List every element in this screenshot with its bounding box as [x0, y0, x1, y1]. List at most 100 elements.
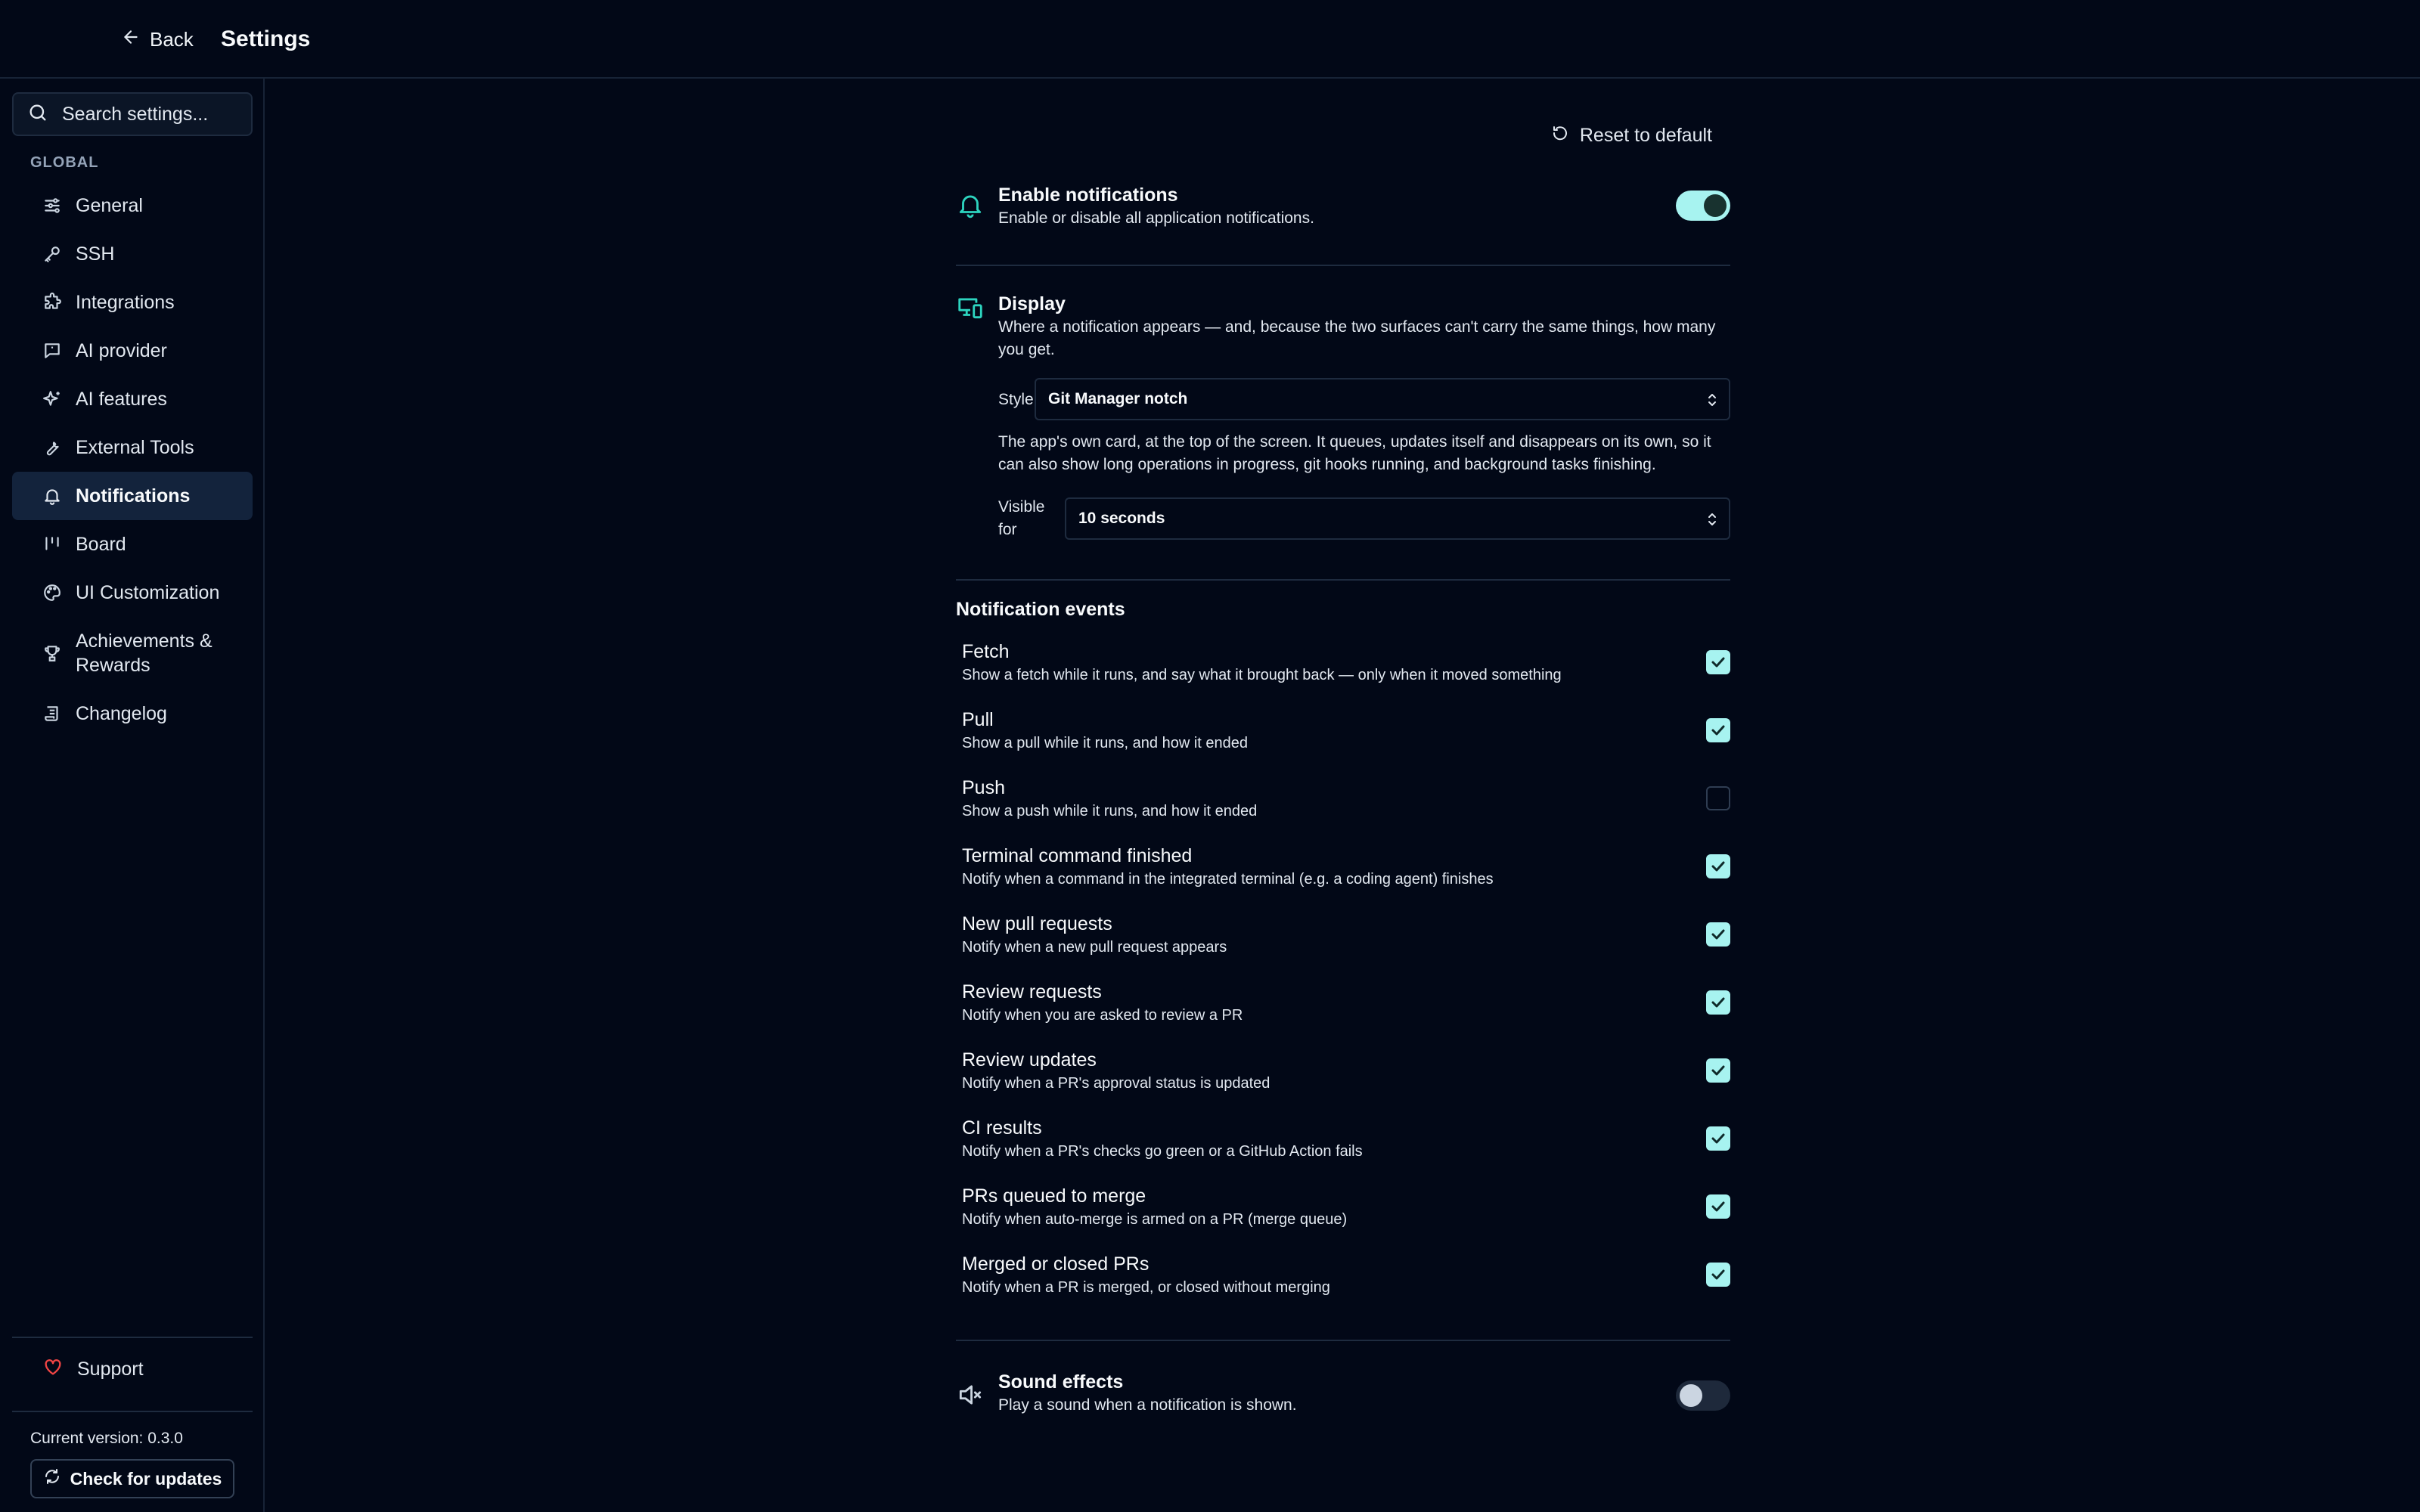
event-row-new-pull-requests: New pull requests Notify when a new pull…: [962, 913, 1730, 981]
monitor-smartphone-icon: [956, 293, 985, 322]
message-icon: [42, 341, 62, 361]
event-row-pull: Pull Show a pull while it runs, and how …: [962, 709, 1730, 777]
event-description: Notify when auto-merge is armed on a PR …: [962, 1211, 1348, 1228]
event-title: CI results: [962, 1117, 1042, 1139]
event-description: Notify when a command in the integrated …: [962, 871, 1494, 888]
chevrons-up-down-icon: [1708, 394, 1716, 406]
check-icon: [1711, 1065, 1725, 1076]
sound-effects-description: Play a sound when a notification is show…: [998, 1396, 1297, 1414]
event-checkbox-merged-closed[interactable]: [1706, 1263, 1730, 1287]
event-title: Review updates: [962, 1049, 1097, 1070]
sidebar-item-achievements[interactable]: Achievements & Rewards: [12, 617, 253, 689]
check-updates-button[interactable]: Check for updates: [30, 1459, 234, 1498]
event-title: Fetch: [962, 641, 1010, 662]
section-divider: [956, 265, 1730, 266]
event-title: Merged or closed PRs: [962, 1253, 1150, 1275]
display-description: Where a notification appears — and, beca…: [998, 318, 1716, 358]
event-row-review-requests: Review requests Notify when you are aske…: [962, 981, 1730, 1049]
check-updates-label: Check for updates: [70, 1468, 222, 1489]
check-icon: [1711, 1269, 1725, 1280]
visible-for-select[interactable]: 10 seconds: [1065, 497, 1730, 540]
event-checkbox-ci-results[interactable]: [1706, 1126, 1730, 1151]
event-title: Terminal command finished: [962, 845, 1193, 866]
section-divider: [956, 579, 1730, 581]
back-label: Back: [150, 27, 194, 51]
event-checkbox-pull[interactable]: [1706, 718, 1730, 742]
sidebar-item-notifications[interactable]: Notifications: [12, 472, 253, 520]
sparkles-icon: [42, 389, 62, 409]
style-label: Style: [998, 391, 1034, 408]
visible-for-select-value: 10 seconds: [1078, 510, 1165, 527]
sidebar-item-integrations[interactable]: Integrations: [12, 278, 253, 327]
event-row-push: Push Show a push while it runs, and how …: [962, 777, 1730, 845]
rotate-ccw-icon: [1551, 124, 1569, 147]
event-checkbox-prs-queued[interactable]: [1706, 1194, 1730, 1219]
event-description: Show a pull while it runs, and how it en…: [962, 735, 1249, 751]
key-icon: [42, 244, 62, 264]
event-row-prs-queued: PRs queued to merge Notify when auto-mer…: [962, 1185, 1730, 1253]
sidebar-item-ai-features[interactable]: AI features: [12, 375, 253, 423]
sidebar-item-label: Board: [76, 534, 126, 555]
sidebar-item-general[interactable]: General: [12, 181, 253, 230]
sidebar-item-label: AI provider: [76, 340, 167, 361]
sliders-icon: [42, 196, 62, 215]
visible-for-label: Visible for: [998, 498, 1045, 538]
version-text: Current version: 0.3.0: [30, 1430, 183, 1447]
volume-off-icon: [956, 1380, 985, 1409]
sidebar-divider: [12, 1411, 253, 1412]
sound-effects-toggle[interactable]: [1676, 1380, 1730, 1411]
section-divider: [956, 1340, 1730, 1341]
sidebar: GLOBAL General SSH Integrations AI provi…: [0, 79, 265, 1512]
page-title: Settings: [221, 26, 311, 51]
event-description: Notify when a new pull request appears: [962, 939, 1227, 956]
check-icon: [1711, 929, 1725, 940]
sidebar-item-external-tools[interactable]: External Tools: [12, 423, 253, 472]
event-row-merged-closed: Merged or closed PRs Notify when a PR is…: [962, 1253, 1730, 1321]
event-checkbox-review-updates[interactable]: [1706, 1058, 1730, 1083]
sidebar-item-label: AI features: [76, 389, 167, 410]
event-title: Review requests: [962, 981, 1102, 1002]
check-icon: [1711, 1201, 1725, 1212]
event-description: Notify when you are asked to review a PR: [962, 1007, 1243, 1024]
search-input[interactable]: [62, 103, 244, 125]
back-button[interactable]: Back: [121, 24, 194, 54]
wrench-icon: [42, 438, 62, 457]
event-checkbox-new-pull-requests[interactable]: [1706, 922, 1730, 947]
reset-to-default-button[interactable]: Reset to default: [1551, 124, 1712, 147]
search-box[interactable]: [12, 92, 253, 136]
sidebar-item-ui-customization[interactable]: UI Customization: [12, 569, 253, 617]
support-link[interactable]: Support: [42, 1356, 144, 1383]
enable-notifications-toggle[interactable]: [1676, 191, 1730, 221]
event-checkbox-review-requests[interactable]: [1706, 990, 1730, 1015]
sound-effects-title: Sound effects: [998, 1371, 1124, 1393]
toggle-knob: [1680, 1384, 1702, 1407]
event-row-ci-results: CI results Notify when a PR's checks go …: [962, 1117, 1730, 1185]
event-checkbox-terminal-command[interactable]: [1706, 854, 1730, 878]
sidebar-item-ai-provider[interactable]: AI provider: [12, 327, 253, 375]
event-description: Show a push while it runs, and how it en…: [962, 803, 1258, 820]
support-label: Support: [77, 1359, 144, 1380]
event-title: PRs queued to merge: [962, 1185, 1146, 1207]
sidebar-item-ssh[interactable]: SSH: [12, 230, 253, 278]
reset-label: Reset to default: [1579, 125, 1712, 146]
sidebar-item-board[interactable]: Board: [12, 520, 253, 569]
arrow-left-icon: [121, 27, 141, 52]
event-description: Notify when a PR's checks go green or a …: [962, 1143, 1363, 1160]
event-checkbox-fetch[interactable]: [1706, 650, 1730, 674]
refresh-icon: [43, 1467, 61, 1490]
sidebar-item-changelog[interactable]: Changelog: [12, 689, 253, 738]
chevrons-up-down-icon: [1708, 513, 1716, 525]
event-title: Pull: [962, 709, 994, 730]
sidebar-item-label: Achievements & Rewards: [76, 631, 213, 676]
sidebar-item-label: General: [76, 195, 143, 216]
event-checkbox-push[interactable]: [1706, 786, 1730, 810]
scroll-icon: [42, 704, 62, 723]
trophy-icon: [42, 643, 62, 663]
event-description: Notify when a PR is merged, or closed wi…: [962, 1279, 1330, 1296]
check-icon: [1711, 657, 1725, 668]
style-select[interactable]: Git Manager notch: [1035, 378, 1730, 420]
event-title: New pull requests: [962, 913, 1112, 934]
notification-events-title: Notification events: [956, 599, 1125, 620]
check-icon: [1711, 861, 1725, 872]
sidebar-item-label: Notifications: [76, 485, 191, 507]
